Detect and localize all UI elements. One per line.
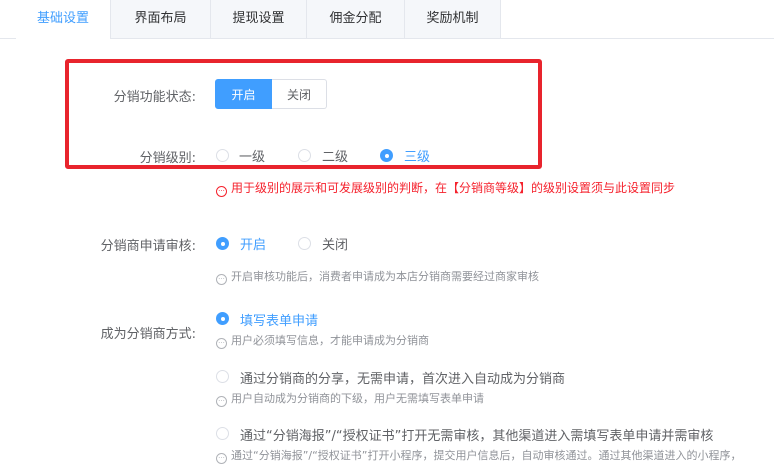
- info-icon: ···: [216, 396, 227, 407]
- become-form-hint-text: 用户必须填写信息，才能申请成为分销商: [231, 334, 429, 347]
- become-share-hint-text: 用户自动成为分销商的下级，用户无需填写表单申请: [231, 392, 484, 405]
- become-poster-label[interactable]: 通过“分销海报”/“授权证书”打开无需审核，其他渠道进入需填写表单申请并需审核: [240, 425, 713, 444]
- review-off-label[interactable]: 关闭: [322, 234, 348, 253]
- become-poster-radio[interactable]: [216, 427, 229, 440]
- info-icon: ···: [216, 453, 227, 464]
- review-on-radio[interactable]: [216, 237, 229, 250]
- tab-reward[interactable]: 奖励机制: [405, 0, 501, 38]
- become-poster-hint: ··· 通过“分销海报”/“授权证书”打开小程序，提交用户信息后，自动审核通过。通…: [216, 447, 742, 464]
- level-hint: ··· 用于级别的展示和可发展级别的判断，在【分销商等级】的级别设置须与此设置同步: [216, 179, 675, 197]
- become-share-hint: ··· 用户自动成为分销商的下级，用户无需填写表单申请: [216, 390, 484, 407]
- review-hint: ··· 开启审核功能后，消费者申请成为本店分销商需要经过商家审核: [216, 268, 539, 285]
- review-off-radio[interactable]: [298, 237, 311, 250]
- become-share-radio[interactable]: [216, 370, 229, 383]
- highlight-box: [65, 59, 542, 169]
- tab-basic-settings[interactable]: 基础设置: [16, 0, 111, 39]
- info-icon: ···: [216, 186, 227, 197]
- become-form-label[interactable]: 填写表单申请: [240, 310, 318, 329]
- become-form-radio[interactable]: [216, 312, 229, 325]
- review-hint-text: 开启审核功能后，消费者申请成为本店分销商需要经过商家审核: [231, 270, 539, 283]
- info-icon: ···: [216, 274, 227, 285]
- review-label: 分销商申请审核:: [100, 239, 196, 254]
- become-label: 成为分销商方式:: [100, 327, 196, 342]
- review-on-label[interactable]: 开启: [240, 234, 266, 253]
- tab-commission[interactable]: 佣金分配: [307, 0, 405, 38]
- tab-withdraw[interactable]: 提现设置: [211, 0, 307, 38]
- info-icon: ···: [216, 338, 227, 349]
- level-hint-text: 用于级别的展示和可发展级别的判断，在【分销商等级】的级别设置须与此设置同步: [231, 181, 676, 195]
- become-form-hint: ··· 用户必须填写信息，才能申请成为分销商: [216, 332, 429, 349]
- tab-layout[interactable]: 界面布局: [111, 0, 211, 38]
- become-share-label[interactable]: 通过分销商的分享，无需申请，首次进入自动成为分销商: [240, 368, 565, 387]
- tab-bar: 基础设置 界面布局 提现设置 佣金分配 奖励机制: [0, 0, 774, 39]
- become-poster-hint-text: 通过“分销海报”/“授权证书”打开小程序，提交用户信息后，自动审核通过。通过其他…: [231, 449, 742, 462]
